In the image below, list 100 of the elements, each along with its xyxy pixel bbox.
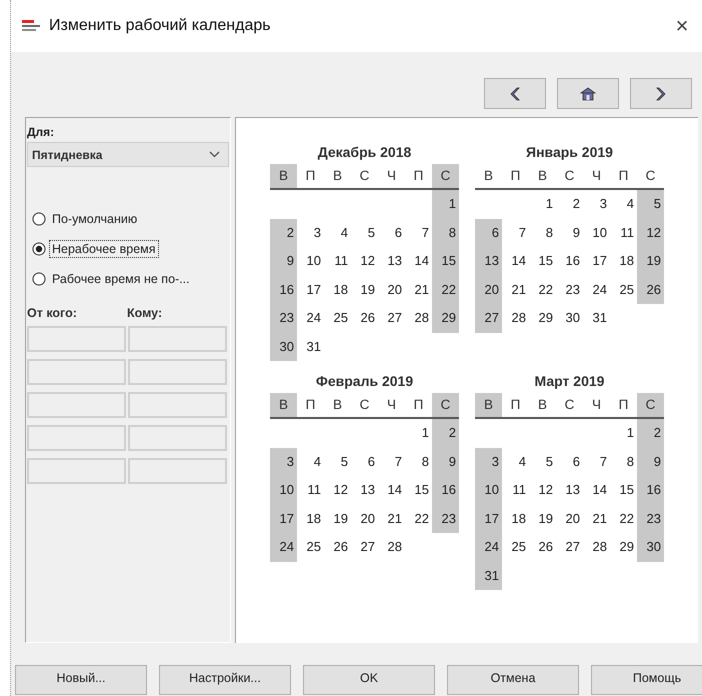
day-cell[interactable]: 26 [351,304,378,332]
next-button[interactable] [630,78,692,109]
day-cell[interactable]: 23 [270,304,297,332]
day-cell[interactable]: 17 [270,504,297,533]
day-cell[interactable]: 9 [270,247,297,276]
day-cell[interactable]: 25 [324,304,351,332]
day-cell[interactable]: 24 [270,533,297,562]
day-cell[interactable]: 8 [610,448,637,476]
day-cell[interactable]: 5 [351,218,378,247]
day-cell[interactable]: 15 [529,247,556,276]
day-cell[interactable]: 19 [637,247,664,276]
day-cell[interactable]: 6 [475,218,502,247]
day-cell[interactable]: 7 [502,218,529,247]
from-time-field[interactable] [27,425,126,451]
day-cell[interactable]: 20 [378,276,405,304]
from-time-field[interactable] [27,392,126,418]
day-cell[interactable]: 15 [405,476,432,504]
day-cell[interactable]: 17 [297,276,324,304]
day-cell[interactable]: 2 [556,190,583,218]
day-cell[interactable]: 4 [502,448,529,476]
dialog-button[interactable]: OK [303,665,435,695]
day-cell[interactable]: 4 [610,190,637,218]
day-cell[interactable]: 1 [432,190,459,218]
day-cell[interactable]: 18 [324,276,351,304]
day-cell[interactable]: 22 [405,504,432,533]
day-cell[interactable]: 13 [475,247,502,276]
day-cell[interactable]: 21 [502,276,529,304]
day-cell[interactable]: 2 [637,419,664,448]
from-time-field[interactable] [27,359,126,385]
day-cell[interactable]: 6 [378,218,405,247]
day-cell[interactable]: 17 [475,504,502,533]
day-cell[interactable]: 30 [637,533,664,562]
day-cell[interactable]: 22 [529,276,556,304]
close-button[interactable]: × [662,13,702,39]
day-cell[interactable]: 10 [475,476,502,504]
day-cell[interactable]: 21 [405,276,432,304]
home-button[interactable] [557,78,619,109]
day-cell[interactable]: 20 [475,276,502,304]
day-cell[interactable]: 11 [502,476,529,504]
day-cell[interactable]: 23 [432,504,459,533]
day-cell[interactable]: 16 [556,247,583,276]
dialog-button[interactable]: Новый... [15,665,147,695]
day-cell[interactable]: 3 [583,190,610,218]
day-cell[interactable]: 9 [556,218,583,247]
day-cell[interactable]: 31 [297,332,324,361]
day-cell[interactable]: 8 [432,218,459,247]
dialog-button[interactable]: Помощь [591,665,702,695]
day-cell[interactable]: 6 [556,448,583,476]
day-cell[interactable]: 26 [529,533,556,562]
day-cell[interactable]: 15 [432,247,459,276]
day-cell[interactable]: 22 [610,504,637,533]
day-cell[interactable]: 7 [583,448,610,476]
to-time-field[interactable] [128,392,227,418]
day-cell[interactable]: 13 [556,476,583,504]
day-cell[interactable]: 12 [529,476,556,504]
day-cell[interactable]: 25 [610,276,637,304]
day-cell[interactable]: 20 [351,504,378,533]
day-cell[interactable]: 26 [637,276,664,304]
day-cell[interactable]: 31 [583,304,610,332]
day-cell[interactable]: 28 [583,533,610,562]
day-cell[interactable]: 10 [583,218,610,247]
day-cell[interactable]: 12 [637,218,664,247]
from-time-field[interactable] [27,458,126,484]
day-cell[interactable]: 12 [324,476,351,504]
day-cell[interactable]: 27 [556,533,583,562]
day-cell[interactable]: 1 [529,190,556,218]
day-cell[interactable]: 3 [475,448,502,476]
to-time-field[interactable] [128,458,227,484]
day-cell[interactable]: 12 [351,247,378,276]
day-cell[interactable]: 23 [556,276,583,304]
day-cell[interactable]: 19 [324,504,351,533]
day-cell[interactable]: 27 [378,304,405,332]
day-cell[interactable]: 24 [297,304,324,332]
day-cell[interactable]: 27 [475,304,502,332]
day-cell[interactable]: 11 [610,218,637,247]
day-cell[interactable]: 28 [502,304,529,332]
day-cell[interactable]: 5 [324,448,351,476]
day-cell[interactable]: 22 [432,276,459,304]
day-cell[interactable]: 13 [351,476,378,504]
prev-button[interactable] [484,78,546,109]
day-cell[interactable]: 28 [378,533,405,562]
day-cell[interactable]: 9 [432,448,459,476]
day-cell[interactable]: 20 [556,504,583,533]
to-time-field[interactable] [128,326,227,352]
day-cell[interactable]: 13 [378,247,405,276]
day-cell[interactable]: 14 [502,247,529,276]
day-cell[interactable]: 18 [502,504,529,533]
day-cell[interactable]: 28 [405,304,432,332]
day-cell[interactable]: 10 [297,247,324,276]
day-cell[interactable]: 24 [583,276,610,304]
day-cell[interactable]: 4 [324,218,351,247]
radio-option[interactable]: По-умолчанию [32,209,230,228]
day-cell[interactable]: 25 [502,533,529,562]
day-cell[interactable]: 19 [529,504,556,533]
day-cell[interactable]: 8 [529,218,556,247]
day-cell[interactable]: 5 [529,448,556,476]
day-cell[interactable]: 6 [351,448,378,476]
to-time-field[interactable] [128,425,227,451]
day-cell[interactable]: 17 [583,247,610,276]
day-cell[interactable]: 3 [270,448,297,476]
